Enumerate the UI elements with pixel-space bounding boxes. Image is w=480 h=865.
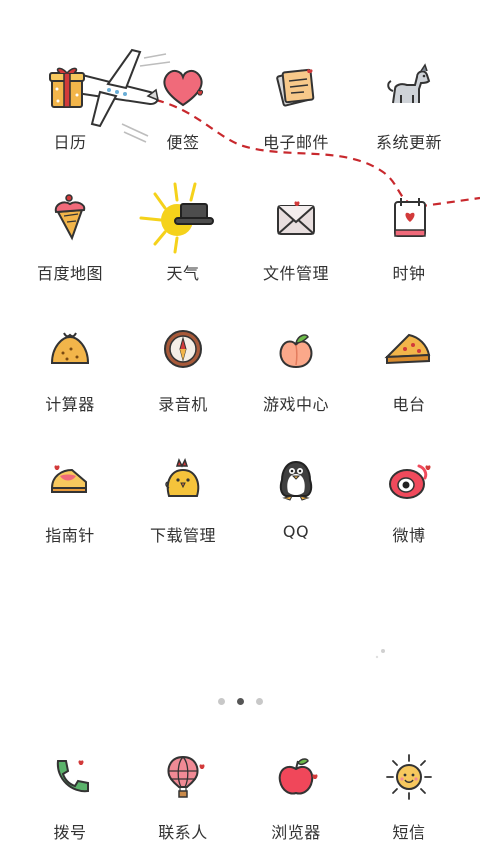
app-baidu-map[interactable]: 百度地图 [20,186,120,306]
hot-air-balloon-icon [151,745,215,809]
sun-face-icon [377,745,441,809]
app-label: 系统更新 [375,133,442,152]
weibo-eye-icon [377,448,441,512]
page-dot[interactable] [217,698,225,705]
notepad-icon [264,55,328,119]
penguin-icon [264,448,328,512]
app-weibo[interactable]: 微博 [359,448,459,568]
app-label: 天气 [166,264,200,283]
app-label: 微博 [392,526,426,545]
app-label: QQ [282,522,310,541]
pie-slice-icon [377,317,441,381]
app-label: 游戏中心 [262,395,329,414]
app-clock[interactable]: 时钟 [359,186,459,306]
app-file-manager[interactable]: 文件管理 [246,186,346,306]
app-calculator[interactable]: 计算器 [20,317,120,437]
page-dot[interactable] [255,698,263,705]
app-label: 日历 [53,133,87,152]
app-calendar[interactable]: 日历 [20,55,120,175]
app-label: 录音机 [158,395,208,414]
app-download-manager[interactable]: 下载管理 [133,448,233,568]
app-email[interactable]: 电子邮件 [246,55,346,175]
compass-icon [151,317,215,381]
phone-icon [38,745,102,809]
peach-icon [264,317,328,381]
app-label: 电台 [392,395,426,414]
page-dot-active[interactable] [236,698,244,705]
dog-icon [377,55,441,119]
envelope-icon [264,186,328,250]
apple-icon [264,745,328,809]
cake-slice-icon [38,448,102,512]
app-label: 浏览器 [271,823,321,842]
app-compass[interactable]: 指南针 [20,448,120,568]
app-label: 下载管理 [149,526,216,545]
dock-app-messages[interactable]: 短信 [359,745,459,865]
sun-with-hat-icon [139,182,215,254]
dock-app-browser[interactable]: 浏览器 [246,745,346,865]
app-weather[interactable]: 天气 [133,182,233,306]
calendar-card-icon [377,186,441,250]
chick-icon [151,448,215,512]
heart-icon [151,55,215,119]
app-label: 时钟 [392,264,426,283]
app-label: 文件管理 [262,264,329,283]
dock: 拨号 联系人 浏览器 短信 [0,745,480,853]
gift-box-icon [38,55,102,119]
app-notes[interactable]: 便签 [133,55,233,175]
small-dot-icon [375,649,385,659]
app-radio[interactable]: 电台 [359,317,459,437]
bun-icon [38,317,102,381]
app-label: 计算器 [45,395,95,414]
app-label: 拨号 [53,823,87,842]
app-system-update[interactable]: 系统更新 [359,55,459,175]
app-label: 百度地图 [36,264,103,283]
dock-app-contacts[interactable]: 联系人 [133,745,233,865]
page-indicator [0,698,480,710]
dock-app-dialer[interactable]: 拨号 [20,745,120,865]
ice-cream-cone-icon [38,186,102,250]
app-recorder[interactable]: 录音机 [133,317,233,437]
app-game-center[interactable]: 游戏中心 [246,317,346,437]
app-qq[interactable]: QQ [246,448,346,568]
home-screen: 日历 便签 电子邮件 系统更新 百度地图 天气 文件管理 时钟 计算器 录音机 … [0,0,480,853]
app-label: 短信 [392,823,426,842]
app-label: 指南针 [45,526,95,545]
app-label: 便签 [166,133,200,152]
app-label: 联系人 [158,823,208,842]
app-label: 电子邮件 [262,133,329,152]
